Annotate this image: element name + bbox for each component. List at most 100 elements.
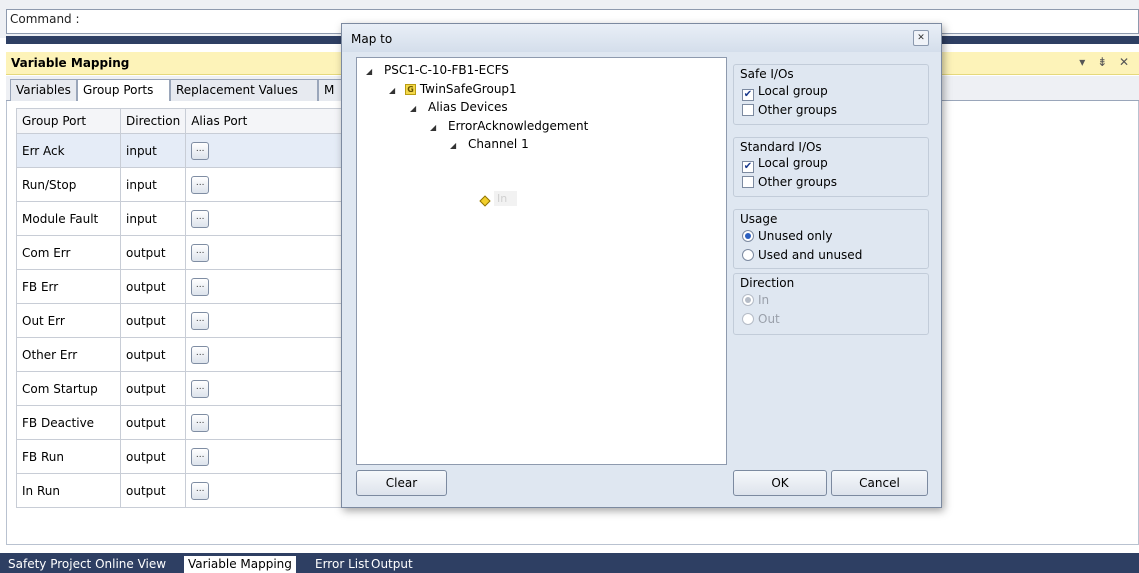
direction-cell: input — [119, 201, 187, 236]
dialog-titlebar[interactable]: Map to ✕ — [342, 24, 941, 52]
usage-used-and-unused-radio[interactable]: Used and unused — [742, 248, 862, 262]
group-port-cell: Run/Stop — [16, 167, 121, 202]
tree-node-signal[interactable]: In — [494, 191, 517, 206]
radio-label: In — [758, 293, 770, 307]
group-title: Usage — [740, 212, 778, 226]
alias-port-cell: ... — [185, 269, 347, 304]
group-port-cell: Err Ack — [16, 133, 121, 168]
standard-local-group-checkbox[interactable]: ✔ Local group — [742, 156, 828, 173]
checkbox-label: Local group — [758, 84, 828, 98]
checkbox-unchecked-icon[interactable] — [742, 104, 754, 116]
mapping-tree[interactable]: ◢ PSC1-C-10-FB1-ECFS ◢ G TwinSafeGroup1 … — [356, 57, 727, 465]
alias-port-cell: ... — [185, 235, 347, 270]
direction-cell: output — [119, 235, 187, 270]
table-row[interactable]: FB Deactive output ... — [16, 405, 347, 440]
direction-cell: output — [119, 269, 187, 304]
tab-error-list[interactable]: Error List — [311, 556, 373, 573]
tree-node-channel[interactable]: Channel 1 — [468, 137, 529, 151]
tab-group-ports[interactable]: Group Ports — [77, 79, 170, 102]
alias-port-browse-button[interactable]: ... — [191, 141, 210, 160]
checkbox-checked-icon[interactable]: ✔ — [742, 161, 754, 173]
table-row[interactable]: In Run output ... — [16, 473, 347, 508]
tree-node-root[interactable]: PSC1-C-10-FB1-ECFS — [384, 63, 509, 77]
map-to-dialog: Map to ✕ ◢ PSC1-C-10-FB1-ECFS ◢ G TwinSa… — [341, 23, 942, 508]
alias-port-browse-button[interactable]: ... — [191, 243, 210, 262]
checkbox-unchecked-icon[interactable] — [742, 176, 754, 188]
tab-variable-mapping[interactable]: Variable Mapping — [184, 556, 296, 573]
expand-triangle-icon[interactable]: ◢ — [389, 86, 395, 95]
checkbox-label: Other groups — [758, 175, 837, 189]
group-title: Direction — [740, 276, 795, 290]
safe-other-groups-checkbox[interactable]: Other groups — [742, 103, 837, 117]
table-row[interactable]: FB Run output ... — [16, 439, 347, 474]
tree-node-group[interactable]: G TwinSafeGroup1 — [405, 82, 517, 96]
direction-out-radio: Out — [742, 312, 780, 326]
alias-port-browse-button[interactable]: ... — [191, 277, 210, 296]
direction-in-radio: In — [742, 293, 769, 307]
alias-port-browse-button[interactable]: ... — [191, 481, 210, 500]
alias-port-browse-button[interactable]: ... — [191, 379, 210, 398]
column-header-direction[interactable]: Direction — [119, 108, 187, 134]
standard-ios-group: Standard I/Os ✔ Local group Other groups — [733, 137, 929, 197]
table-row[interactable]: Other Err output ... — [16, 337, 347, 372]
checkbox-label: Local group — [758, 156, 828, 170]
tab-variables[interactable]: Variables — [10, 79, 77, 101]
alias-port-browse-button[interactable]: ... — [191, 311, 210, 330]
direction-cell: output — [119, 337, 187, 372]
direction-cell: output — [119, 473, 187, 508]
group-port-cell: FB Err — [16, 269, 121, 304]
column-header-alias-port[interactable]: Alias Port — [185, 108, 347, 134]
direction-cell: input — [119, 133, 187, 168]
tab-safety-project-online-view[interactable]: Safety Project Online View — [4, 556, 170, 573]
alias-port-browse-button[interactable]: ... — [191, 175, 210, 194]
direction-group: Direction In Out — [733, 273, 929, 335]
tab-replacement-values[interactable]: Replacement Values — [170, 79, 318, 101]
table-header-row: Group Port Direction Alias Port — [16, 108, 347, 134]
radio-unselected-icon — [742, 313, 754, 325]
table-row[interactable]: Com Err output ... — [16, 235, 347, 270]
group-port-cell: Module Fault — [16, 201, 121, 236]
table-row[interactable]: Run/Stop input ... — [16, 167, 347, 202]
alias-port-browse-button[interactable]: ... — [191, 447, 210, 466]
close-icon[interactable]: ✕ — [913, 30, 929, 46]
table-row[interactable]: Com Startup output ... — [16, 371, 347, 406]
cancel-button[interactable]: Cancel — [831, 470, 928, 496]
tree-node-alias-devices[interactable]: Alias Devices — [428, 100, 508, 114]
table-row[interactable]: FB Err output ... — [16, 269, 347, 304]
group-port-cell: Other Err — [16, 337, 121, 372]
standard-other-groups-checkbox[interactable]: Other groups — [742, 175, 837, 189]
alias-port-browse-button[interactable]: ... — [191, 345, 210, 364]
table-row[interactable]: Out Err output ... — [16, 303, 347, 338]
table-row[interactable]: Err Ack input ... — [16, 133, 347, 168]
table-row[interactable]: Module Fault input ... — [16, 201, 347, 236]
group-ports-table: Group Port Direction Alias Port Err Ack … — [16, 108, 347, 508]
column-header-group-port[interactable]: Group Port — [16, 108, 121, 134]
alias-port-browse-button[interactable]: ... — [191, 209, 210, 228]
panel-title: Variable Mapping — [11, 56, 130, 70]
usage-unused-only-radio[interactable]: Unused only — [742, 229, 832, 243]
radio-label: Out — [758, 312, 780, 326]
radio-unselected-icon[interactable] — [742, 249, 754, 261]
radio-selected-icon[interactable] — [742, 230, 754, 242]
checkbox-label: Other groups — [758, 103, 837, 117]
alias-port-cell: ... — [185, 133, 347, 168]
expand-triangle-icon[interactable]: ◢ — [410, 104, 416, 113]
direction-cell: output — [119, 439, 187, 474]
ok-button[interactable]: OK — [733, 470, 827, 496]
tree-node-device[interactable]: ErrorAcknowledgement — [448, 119, 588, 133]
alias-port-cell: ... — [185, 439, 347, 474]
checkbox-checked-icon[interactable]: ✔ — [742, 89, 754, 101]
radio-label: Unused only — [758, 229, 833, 243]
radio-label: Used and unused — [758, 248, 863, 262]
expand-triangle-icon[interactable]: ◢ — [366, 67, 372, 76]
command-label: Command : — [10, 12, 80, 26]
alias-port-cell: ... — [185, 201, 347, 236]
expand-triangle-icon[interactable]: ◢ — [450, 141, 456, 150]
tab-m[interactable]: M — [318, 79, 342, 101]
panel-window-controls[interactable]: ▾ ⇟ ✕ — [1079, 55, 1133, 69]
alias-port-browse-button[interactable]: ... — [191, 413, 210, 432]
tab-output[interactable]: Output — [367, 556, 417, 573]
clear-button[interactable]: Clear — [356, 470, 447, 496]
expand-triangle-icon[interactable]: ◢ — [430, 123, 436, 132]
safe-local-group-checkbox[interactable]: ✔ Local group — [742, 84, 828, 101]
